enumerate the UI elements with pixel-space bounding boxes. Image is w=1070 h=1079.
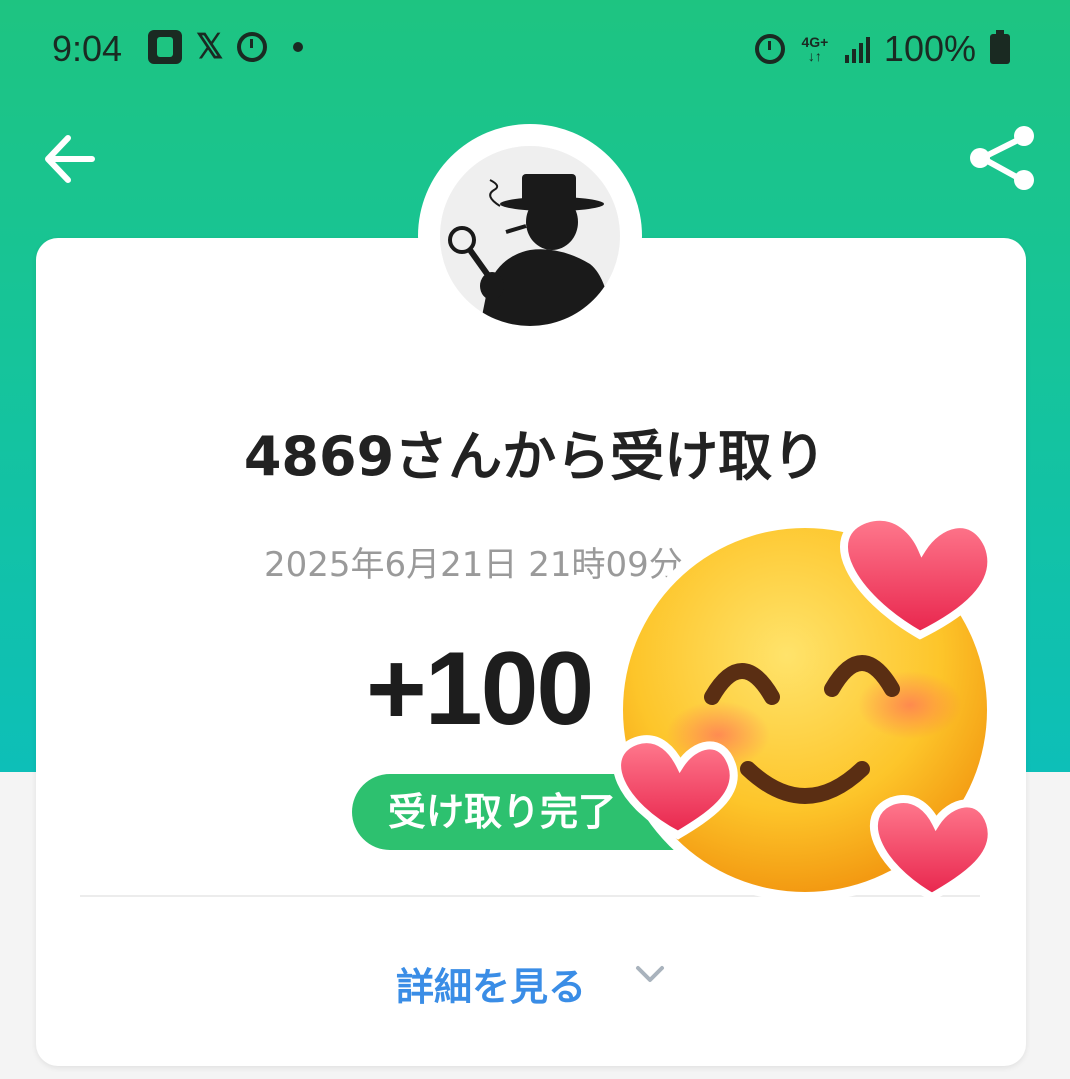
page-title: 4869さんから受け取り xyxy=(243,425,827,488)
network-type-icon: 4G+ ↓↑ xyxy=(801,34,829,64)
more-notifications-dot-icon xyxy=(293,42,304,52)
alarm-set-icon xyxy=(754,34,785,64)
battery-percentage: 100% xyxy=(883,28,976,69)
share-icon xyxy=(970,126,1034,190)
network-type-label: 4G+ xyxy=(801,34,829,50)
back-button[interactable] xyxy=(42,134,98,184)
chevron-down-icon[interactable] xyxy=(634,962,666,986)
alarm-icon xyxy=(237,32,268,62)
status-badge-label: 受け取り完了 xyxy=(388,790,617,834)
notification-icons: 𝕏 xyxy=(148,28,304,66)
signal-icon xyxy=(844,35,870,63)
smiling-face-with-hearts-emoji xyxy=(613,512,997,902)
x-app-icon: 𝕏 xyxy=(196,28,224,66)
show-details-link[interactable]: 詳細を見る xyxy=(396,956,586,1011)
transaction-amount: +100 xyxy=(366,631,594,747)
status-bar: 9:04 𝕏 4G+ ↓↑ 100% xyxy=(0,0,1070,100)
sender-avatar[interactable] xyxy=(440,146,620,326)
battery-icon xyxy=(990,30,1010,64)
app-notification-icon xyxy=(148,30,182,64)
detective-silhouette-icon xyxy=(440,146,620,326)
share-button[interactable] xyxy=(966,122,1038,194)
system-status-icons: 4G+ ↓↑ 100% xyxy=(754,28,1010,70)
arrow-left-icon xyxy=(45,135,95,183)
status-time: 9:04 xyxy=(52,28,123,69)
